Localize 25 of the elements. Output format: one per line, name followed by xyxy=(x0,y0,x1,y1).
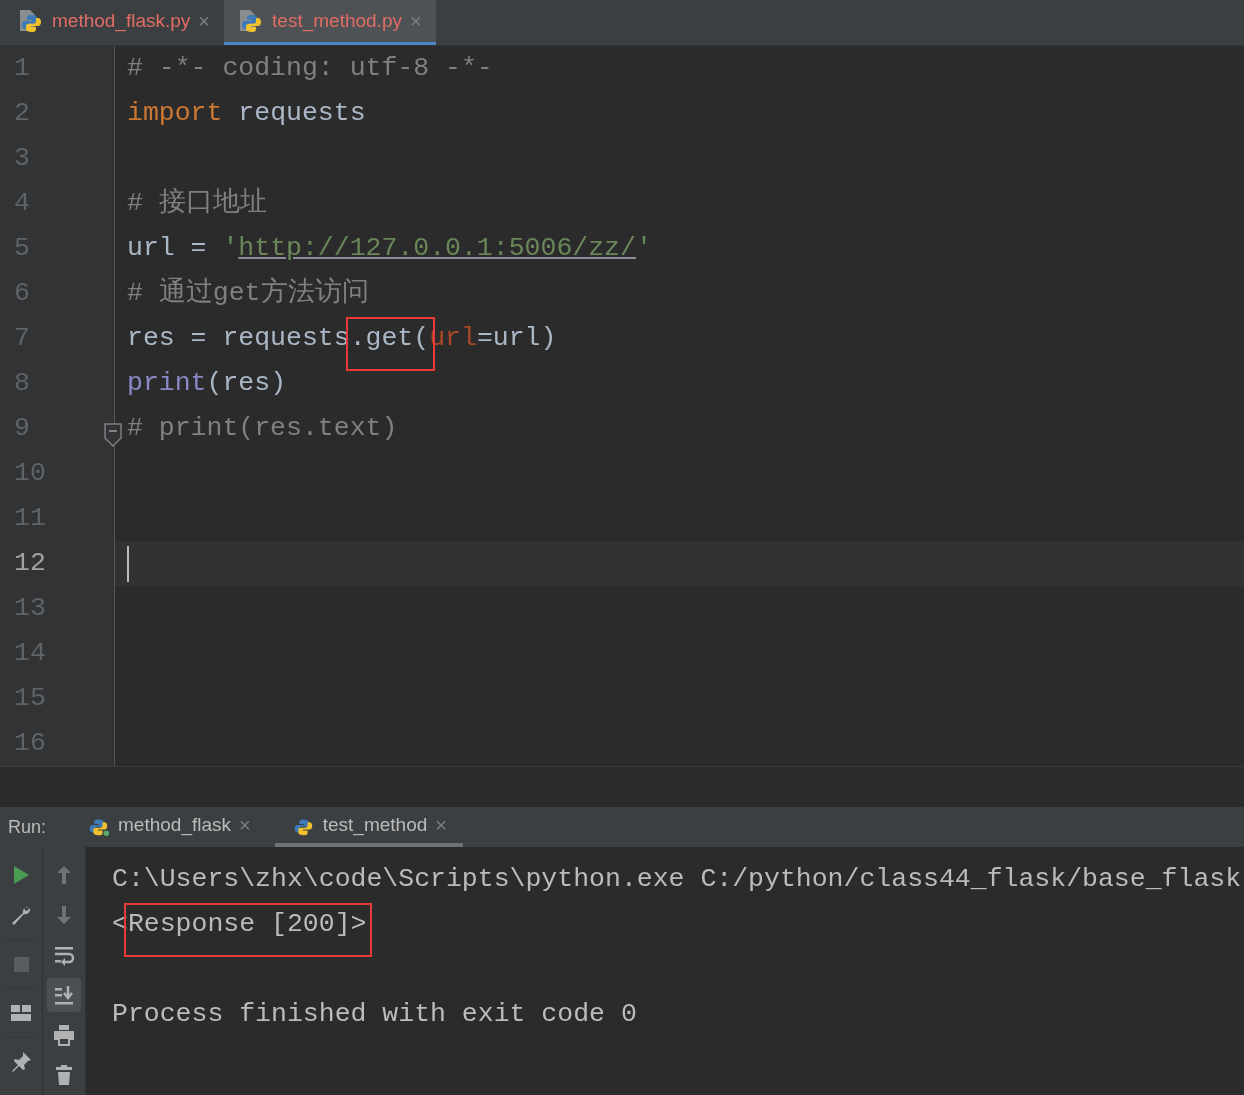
run-label: Run: xyxy=(7,815,48,839)
console-line: Process finished with exit code 0 xyxy=(112,999,637,1029)
scroll-to-end-icon xyxy=(52,983,76,1007)
close-icon[interactable]: × xyxy=(239,810,251,840)
line-number: 12 xyxy=(14,546,46,580)
text-caret xyxy=(127,545,129,582)
code-line: print(res) xyxy=(127,366,287,400)
code-line: import requests xyxy=(127,96,366,130)
run-tab[interactable]: test_method × xyxy=(274,807,463,847)
run-tab[interactable]: method_flask × xyxy=(70,807,267,847)
fold-icon[interactable] xyxy=(103,422,123,449)
file-tab[interactable]: test_method.py × xyxy=(224,0,436,46)
close-icon[interactable]: × xyxy=(409,6,422,37)
file-tab[interactable]: method_flask.py × xyxy=(4,0,225,46)
close-icon[interactable]: × xyxy=(198,6,211,37)
code-line: # 通过get方法访问 xyxy=(127,276,369,310)
console-line: C:\Users\zhx\code\Scripts\python.exe C:/python/class44_flask/base_flask xyxy=(112,864,1242,894)
code-line: # 接口地址 xyxy=(127,186,267,220)
python-file-icon xyxy=(18,9,44,34)
code-line: # print(res.text) xyxy=(127,411,398,445)
printer-icon xyxy=(52,1023,76,1047)
close-icon[interactable]: × xyxy=(435,810,447,840)
code-line: url = 'http://127.0.0.1:5006/zz/' xyxy=(127,231,652,265)
code-line: # -*- coding: utf-8 -*- xyxy=(127,51,493,85)
scroll-to-end-button[interactable] xyxy=(47,978,81,1012)
